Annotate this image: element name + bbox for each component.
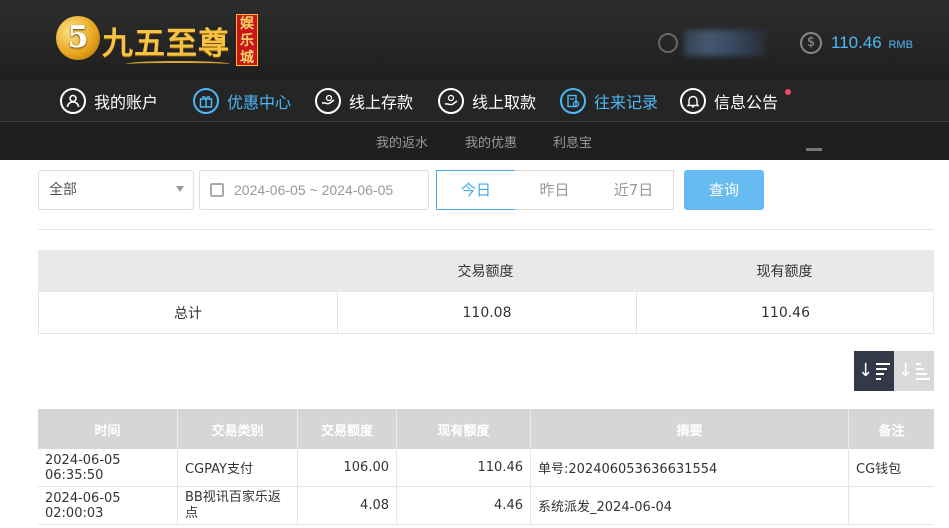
cell-note: CG钱包 [848, 449, 934, 486]
deposit-icon [315, 88, 341, 114]
query-button[interactable]: 查询 [684, 170, 764, 210]
record-icon [560, 88, 586, 114]
column-header-note: 备注 [848, 409, 934, 449]
nav-announcements[interactable]: 信息公告 [680, 87, 778, 115]
subnav-indicator [806, 148, 822, 151]
user-icon [60, 88, 86, 114]
logo-ornament [126, 61, 230, 67]
cell-balance: 110.46 [396, 449, 530, 486]
nav-label: 优惠中心 [227, 93, 292, 112]
summary-header-cell [38, 250, 336, 292]
nav-label: 线上存款 [349, 93, 414, 112]
cell-type: BB视讯百家乐返点 [177, 487, 297, 524]
nav-withdraw[interactable]: 线上取款 [438, 87, 536, 115]
notification-dot [785, 89, 791, 95]
logo-badge: 娱乐城 [236, 14, 258, 66]
money-icon: $ [800, 32, 822, 54]
today-button[interactable]: 今日 [436, 170, 516, 210]
site-logo[interactable]: 5 九五至尊 娱乐城 [56, 14, 261, 70]
column-header-amount: 交易额度 [297, 409, 396, 449]
user-icon[interactable] [658, 33, 678, 53]
summary-total-label: 总计 [174, 305, 202, 322]
sort-descending-button[interactable]: ↓ [854, 351, 894, 391]
cell-balance: 4.46 [396, 487, 530, 524]
cell-amount: 106.00 [297, 449, 396, 486]
sort-descending-icon: ↓ [858, 362, 891, 380]
cell-type: CGPAY支付 [177, 449, 297, 486]
bell-icon [680, 88, 706, 114]
withdraw-icon [438, 88, 464, 114]
summary-header-cell: 交易额度 [457, 264, 514, 280]
type-select[interactable]: 全部 [38, 170, 194, 210]
main-nav: 我的账户 优惠中心 线上存款 线上取款 往来记录 信息公告 [0, 80, 949, 122]
divider [38, 229, 934, 230]
nav-my-account[interactable]: 我的账户 [60, 87, 158, 115]
subnav-my-promotions[interactable]: 我的优惠 [465, 132, 517, 151]
summary-row: 总计 110.08 110.46 [38, 292, 934, 334]
nav-label: 我的账户 [94, 93, 159, 112]
balance-unit: RMB [888, 39, 913, 51]
table-row: 2024-06-05 06:35:50 CGPAY支付 106.00 110.4… [38, 449, 934, 487]
transactions-header: 时间 交易类别 交易额度 现有额度 摘要 备注 [38, 409, 934, 449]
nav-label: 往来记录 [594, 93, 659, 112]
column-header-balance: 现有额度 [396, 409, 530, 449]
cell-time: 2024-06-05 02:00:03 [45, 490, 121, 521]
balance-value: 110.46 [831, 33, 882, 52]
column-header-summary: 摘要 [530, 409, 848, 449]
cell-summary: 系统派发_2024-06-04 [530, 487, 848, 524]
nav-deposit[interactable]: 线上存款 [315, 87, 413, 115]
date-range-value: 2024-06-05 ~ 2024-06-05 [234, 182, 394, 198]
date-range-input[interactable]: 2024-06-05 ~ 2024-06-05 [199, 170, 429, 210]
username-redacted [684, 30, 766, 56]
summary-current-balance: 110.46 [636, 292, 934, 333]
summary-header-cell: 现有额度 [756, 264, 813, 280]
sort-ascending-button[interactable]: ↓ [894, 351, 934, 391]
column-header-time: 时间 [94, 423, 121, 439]
gift-icon [193, 88, 219, 114]
last-7-days-button[interactable]: 近7日 [594, 170, 674, 210]
logo-coin-icon: 5 [56, 16, 100, 60]
yesterday-button[interactable]: 昨日 [515, 170, 595, 210]
wallet-balance: 110.46 RMB [831, 33, 913, 53]
cell-summary: 单号:202406053636631554 [530, 449, 848, 486]
caret-down-icon [176, 186, 184, 192]
summary-transaction-amount: 110.08 [337, 292, 636, 333]
sort-ascending-icon: ↓ [898, 362, 931, 380]
nav-label: 信息公告 [714, 93, 779, 112]
cell-time: 2024-06-05 06:35:50 [45, 452, 121, 483]
subnav-interest[interactable]: 利息宝 [553, 132, 592, 151]
nav-promotions[interactable]: 优惠中心 [193, 87, 291, 115]
cell-note [848, 487, 934, 524]
logo-text: 九五至尊 [102, 26, 230, 62]
summary-header: 交易额度 现有额度 [38, 250, 934, 292]
column-header-type: 交易类别 [177, 409, 297, 449]
type-select-value: 全部 [49, 182, 77, 198]
table-row: 2024-06-05 02:00:03 BB视讯百家乐返点 4.08 4.46 … [38, 487, 934, 525]
top-header: 5 九五至尊 娱乐城 $ 110.46 RMB [0, 0, 949, 80]
nav-records[interactable]: 往来记录 [560, 87, 658, 115]
subnav-rebate[interactable]: 我的返水 [376, 132, 428, 151]
nav-label: 线上取款 [472, 93, 537, 112]
calendar-icon [210, 183, 224, 197]
sub-nav: 我的返水 我的优惠 利息宝 [0, 122, 949, 160]
cell-amount: 4.08 [297, 487, 396, 524]
